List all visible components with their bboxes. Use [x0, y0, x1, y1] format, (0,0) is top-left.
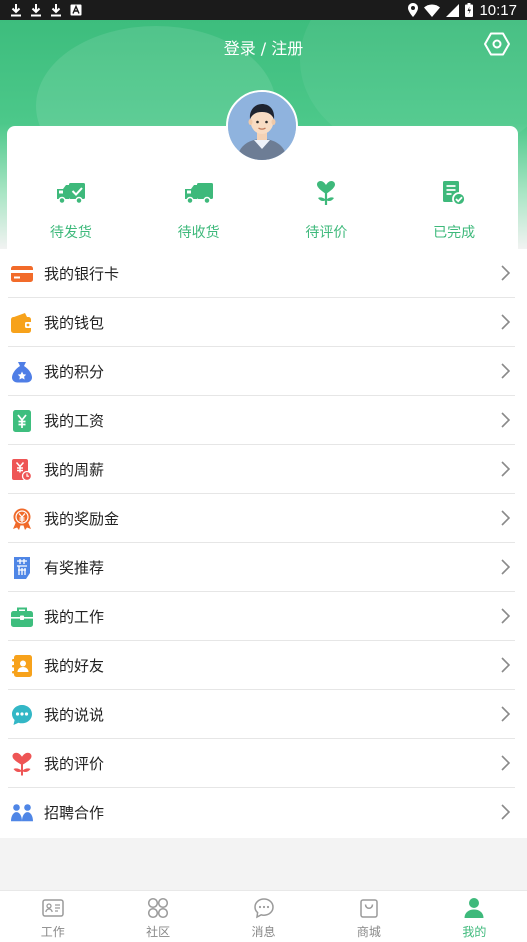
- status-bar: 10:17: [0, 0, 527, 20]
- truck-check-icon: [55, 178, 87, 208]
- community-grid-icon: [147, 897, 169, 919]
- nav-tab-messages[interactable]: 消息: [211, 891, 316, 942]
- menu-label: 我的钱包: [44, 314, 105, 332]
- bottom-navigation: 工作 社区 消息 商城 我的: [0, 890, 527, 942]
- settings-hexagon-icon: [484, 31, 510, 61]
- contacts-icon: [11, 654, 33, 677]
- menu-item-points[interactable]: 我的积分: [0, 347, 527, 396]
- shopping-bag-icon: [359, 897, 379, 919]
- menu-label: 招聘合作: [44, 804, 105, 822]
- chevron-right-icon: [501, 804, 511, 824]
- menu-item-wallet[interactable]: 我的钱包: [0, 298, 527, 347]
- reward-medal-icon: [11, 508, 33, 530]
- chevron-right-icon: [501, 461, 511, 481]
- order-status-row: 待发货 待收货 待评价 已完成: [7, 178, 518, 248]
- menu-label: 我的奖励金: [44, 510, 120, 528]
- download-icon: [50, 3, 62, 17]
- nav-label: 我的: [462, 925, 487, 939]
- weekly-pay-icon: [11, 458, 33, 481]
- menu-item-bank-card[interactable]: 我的银行卡: [0, 249, 527, 298]
- nav-tab-community[interactable]: 社区: [105, 891, 210, 942]
- heart-plant-icon: [315, 178, 337, 208]
- chevron-right-icon: [501, 657, 511, 677]
- chevron-right-icon: [501, 559, 511, 579]
- avatar[interactable]: [226, 90, 298, 162]
- nav-tab-mine[interactable]: 我的: [422, 891, 527, 942]
- order-pending-review[interactable]: 待评价: [271, 178, 381, 248]
- menu-label: 我的积分: [44, 363, 105, 381]
- nav-label: 消息: [251, 925, 276, 939]
- menu-item-posts[interactable]: 我的说说: [0, 690, 527, 739]
- people-icon: [11, 802, 33, 824]
- chevron-right-icon: [501, 363, 511, 383]
- menu-label: 我的工资: [44, 412, 105, 430]
- location-icon: [408, 3, 419, 17]
- menu-label: 我的说说: [44, 706, 105, 724]
- nav-tab-work[interactable]: 工作: [0, 891, 105, 942]
- profile-menu-list: 我的银行卡 我的钱包 我的积分 我的工资 我的周薪 我的奖励金 有奖推荐 我的工…: [0, 249, 527, 838]
- download-icon: [10, 3, 22, 17]
- chevron-right-icon: [501, 265, 511, 285]
- app-notification-icon: [70, 4, 82, 16]
- recommend-icon: [11, 556, 33, 579]
- avatar-person-icon: [228, 92, 296, 160]
- menu-label: 我的评价: [44, 755, 105, 773]
- menu-item-recruitment[interactable]: 招聘合作: [0, 788, 527, 837]
- id-card-icon: [41, 897, 64, 919]
- heart-flower-icon: [11, 752, 33, 775]
- menu-item-reward[interactable]: 我的奖励金: [0, 494, 527, 543]
- menu-label: 我的银行卡: [44, 265, 120, 283]
- person-icon: [463, 897, 485, 919]
- chevron-right-icon: [501, 412, 511, 432]
- wifi-icon: [424, 4, 441, 17]
- battery-icon: [465, 3, 474, 17]
- nav-label: 商城: [356, 925, 381, 939]
- nav-label: 社区: [146, 925, 171, 939]
- salary-icon: [11, 409, 33, 432]
- chevron-right-icon: [501, 755, 511, 775]
- login-register-link[interactable]: 登录 / 注册: [0, 35, 527, 59]
- message-bubble-icon: [253, 897, 275, 919]
- signal-icon: [446, 3, 460, 17]
- order-pending-receipt[interactable]: 待收货: [144, 178, 254, 248]
- menu-item-salary[interactable]: 我的工资: [0, 396, 527, 445]
- menu-label: 我的好友: [44, 657, 105, 675]
- menu-item-reviews[interactable]: 我的评价: [0, 739, 527, 788]
- chevron-right-icon: [501, 314, 511, 334]
- nav-label: 工作: [40, 925, 65, 939]
- chat-bubble-icon: [11, 704, 33, 726]
- profile-header: 登录 / 注册 待发货 待收货 待评价 已完成: [0, 20, 527, 250]
- document-check-icon: [442, 178, 467, 208]
- menu-item-work[interactable]: 我的工作: [0, 592, 527, 641]
- order-label: 待收货: [177, 225, 220, 241]
- nav-tab-mall[interactable]: 商城: [316, 891, 421, 942]
- settings-button[interactable]: [483, 32, 511, 60]
- delivery-truck-icon: [183, 178, 215, 208]
- chevron-right-icon: [501, 608, 511, 628]
- chevron-right-icon: [501, 510, 511, 530]
- menu-item-friends[interactable]: 我的好友: [0, 641, 527, 690]
- wallet-icon: [11, 312, 33, 334]
- menu-label: 有奖推荐: [44, 559, 105, 577]
- order-label: 待发货: [49, 225, 92, 241]
- points-bag-icon: [11, 361, 33, 383]
- chevron-right-icon: [501, 706, 511, 726]
- download-icon: [30, 3, 42, 17]
- bank-card-icon: [11, 263, 33, 285]
- menu-label: 我的周薪: [44, 461, 105, 479]
- menu-item-recommend[interactable]: 有奖推荐: [0, 543, 527, 592]
- clock-time: 10:17: [479, 1, 517, 19]
- order-label: 已完成: [433, 225, 476, 241]
- menu-item-weekly-pay[interactable]: 我的周薪: [0, 445, 527, 494]
- order-pending-shipment[interactable]: 待发货: [16, 178, 126, 248]
- menu-label: 我的工作: [44, 608, 105, 626]
- briefcase-icon: [11, 606, 33, 628]
- order-completed[interactable]: 已完成: [399, 178, 509, 248]
- order-label: 待评价: [305, 225, 348, 241]
